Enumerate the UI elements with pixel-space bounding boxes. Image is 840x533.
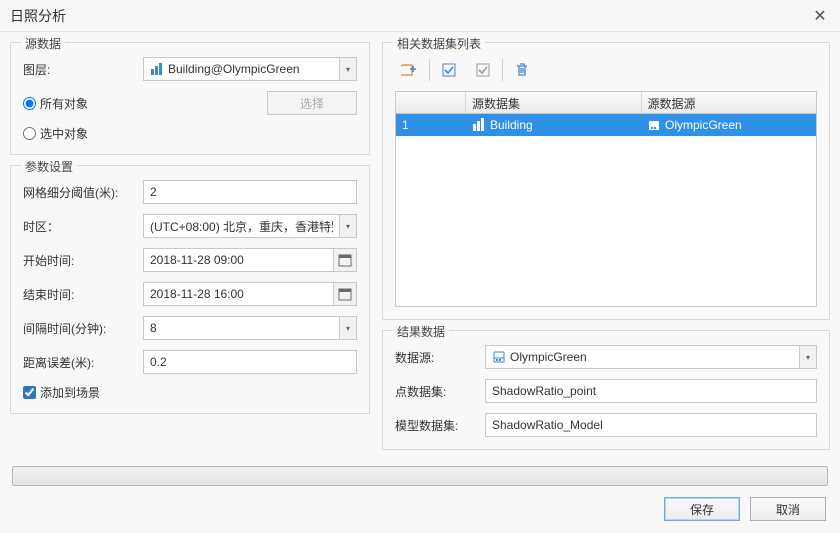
add-scene-checkbox[interactable]: 添加到场景	[23, 384, 357, 401]
dialog-title: 日照分析	[10, 6, 810, 26]
grid-label: 网格细分阈值(米):	[23, 184, 143, 201]
add-scene-label: 添加到场景	[40, 384, 100, 401]
radio-selected-input[interactable]	[23, 127, 36, 140]
layer-icon	[150, 62, 164, 76]
start-input[interactable]	[143, 248, 333, 272]
radio-all-input[interactable]	[23, 97, 36, 110]
radio-all-label: 所有对象	[40, 95, 88, 112]
deselect-all-button[interactable]	[468, 57, 498, 83]
tz-dropdown[interactable]: ▾	[339, 214, 357, 238]
end-calendar-icon[interactable]	[333, 282, 357, 306]
start-label: 开始时间:	[23, 252, 143, 269]
ds-dropdown[interactable]: ▾	[799, 345, 817, 369]
table-row[interactable]: 1 Building OlympicGreen	[396, 114, 816, 136]
select-button: 选择	[267, 91, 357, 115]
params-legend: 参数设置	[21, 158, 77, 175]
dist-label: 距离误差(米):	[23, 354, 143, 371]
ds-label: 数据源:	[395, 349, 485, 366]
interval-dropdown[interactable]: ▾	[339, 316, 357, 340]
dataset-icon	[472, 118, 486, 132]
datasource-icon	[647, 118, 661, 132]
result-fieldset: 结果数据 数据源: OlympicGreen ▾ 点数据集:	[382, 330, 830, 450]
layer-dropdown[interactable]: ▾	[339, 57, 357, 81]
end-label: 结束时间:	[23, 286, 143, 303]
model-label: 模型数据集:	[395, 417, 485, 434]
related-fieldset: 相关数据集列表	[382, 42, 830, 320]
delete-button[interactable]	[507, 57, 537, 83]
dist-input[interactable]	[143, 350, 357, 374]
model-input[interactable]	[485, 413, 817, 437]
result-legend: 结果数据	[393, 323, 449, 340]
row-index: 1	[396, 118, 466, 132]
cancel-button[interactable]: 取消	[750, 497, 826, 521]
titlebar: 日照分析 ✕	[0, 0, 840, 32]
radio-all[interactable]: 所有对象	[23, 95, 88, 112]
tz-input[interactable]	[143, 214, 339, 238]
header-datasource: 源数据源	[642, 92, 817, 113]
save-button[interactable]: 保存	[664, 497, 740, 521]
tz-label: 时区：	[23, 218, 143, 235]
layer-label: 图层:	[23, 61, 143, 78]
start-calendar-icon[interactable]	[333, 248, 357, 272]
source-fieldset: 源数据 图层: Building@OlympicGreen ▾	[10, 42, 370, 155]
header-index	[396, 92, 466, 113]
interval-label: 间隔时间(分钟):	[23, 320, 143, 337]
interval-input[interactable]	[143, 316, 339, 340]
ds-value: OlympicGreen	[510, 350, 587, 364]
row-datasource: OlympicGreen	[665, 118, 742, 132]
table-header: 源数据集 源数据源	[396, 92, 816, 114]
point-input[interactable]	[485, 379, 817, 403]
add-scene-input[interactable]	[23, 386, 36, 399]
add-item-button[interactable]	[395, 57, 425, 83]
layer-value: Building@OlympicGreen	[168, 62, 300, 76]
radio-selected[interactable]: 选中对象	[23, 125, 88, 142]
progress-bar	[12, 466, 828, 486]
point-label: 点数据集:	[395, 383, 485, 400]
radio-selected-label: 选中对象	[40, 125, 88, 142]
params-fieldset: 参数设置 网格细分阈值(米): 时区： ▾ 开始时间:	[10, 165, 370, 414]
grid-input[interactable]	[143, 180, 357, 204]
datasource-icon	[492, 350, 506, 364]
row-dataset: Building	[490, 118, 533, 132]
header-dataset: 源数据集	[466, 92, 642, 113]
source-legend: 源数据	[21, 35, 65, 52]
end-input[interactable]	[143, 282, 333, 306]
select-all-button[interactable]	[434, 57, 464, 83]
related-table: 源数据集 源数据源 1 Building	[395, 91, 817, 307]
close-button[interactable]: ✕	[810, 6, 830, 26]
related-legend: 相关数据集列表	[393, 35, 485, 52]
dialog: 日照分析 ✕ 源数据 图层: Building@OlympicGreen	[0, 0, 840, 533]
